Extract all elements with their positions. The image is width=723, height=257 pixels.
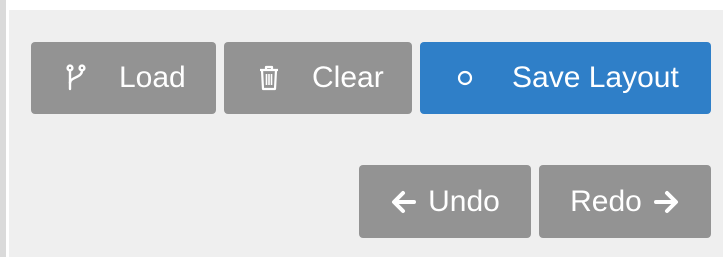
branch-icon [63, 63, 89, 93]
redo-button[interactable]: Redo [539, 165, 711, 238]
load-button[interactable]: Load [31, 42, 216, 114]
arrow-right-icon [653, 187, 680, 217]
load-label: Load [119, 61, 186, 94]
clear-button[interactable]: Clear [224, 42, 412, 114]
save-layout-label: Save Layout [512, 61, 679, 94]
redo-label: Redo [570, 184, 642, 218]
arrow-left-icon [390, 187, 417, 217]
trash-icon [256, 63, 282, 93]
undo-label: Undo [428, 184, 500, 218]
save-layout-button[interactable]: Save Layout [420, 42, 711, 114]
clear-label: Clear [312, 61, 384, 94]
undo-button[interactable]: Undo [359, 165, 531, 238]
circle-icon [452, 63, 478, 93]
panel-border [0, 0, 6, 257]
